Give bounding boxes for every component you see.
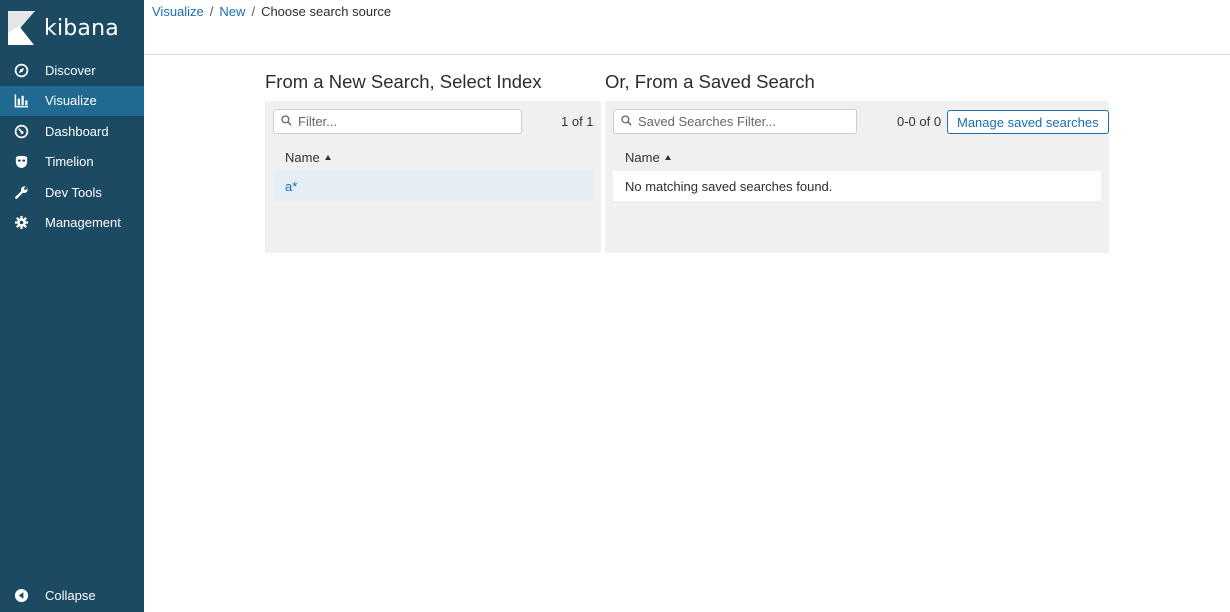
collapse-label: Collapse (45, 587, 96, 603)
sidebar-item-dev-tools[interactable]: Dev Tools (0, 177, 144, 208)
empty-results-row: No matching saved searches found. (613, 171, 1101, 201)
breadcrumb-separator: / (251, 4, 256, 19)
index-filter-input[interactable] (298, 114, 498, 129)
breadcrumb-current: Choose search source (261, 4, 392, 19)
column-label: Name (625, 150, 660, 165)
index-count: 1 of 1 (561, 114, 594, 129)
sidebar-item-label: Dashboard (45, 123, 109, 139)
saved-search-filter-input[interactable] (638, 114, 838, 129)
sidebar-item-label: Management (45, 215, 121, 231)
sidebar-item-label: Visualize (45, 93, 97, 109)
kibana-logo[interactable]: kibana (8, 11, 119, 45)
sidebar: kibana Discover Visualize Dashboard Time… (0, 0, 144, 612)
kibana-logo-icon (8, 11, 35, 45)
breadcrumb: Visualize / New / Choose search source (152, 4, 391, 19)
search-icon (281, 113, 292, 131)
sidebar-item-label: Discover (45, 62, 96, 78)
sidebar-item-dashboard[interactable]: Dashboard (0, 116, 144, 147)
collapse-arrow-icon (13, 587, 29, 603)
manage-saved-searches-button[interactable]: Manage saved searches (947, 110, 1109, 134)
sort-ascending-icon (324, 155, 331, 160)
name-column-header[interactable]: Name (285, 150, 331, 165)
sidebar-nav: Discover Visualize Dashboard Timelion De… (0, 55, 144, 238)
name-column-header[interactable]: Name (625, 150, 671, 165)
top-bar: Visualize / New / Choose search source (144, 0, 1230, 55)
saved-search-count: 0-0 of 0 (897, 114, 942, 129)
sidebar-item-label: Timelion (45, 154, 94, 170)
empty-message: No matching saved searches found. (625, 178, 833, 194)
saved-search-panel: 0-0 of 0 Manage saved searches Name No m… (605, 101, 1109, 253)
breadcrumb-new[interactable]: New (219, 4, 245, 19)
breadcrumb-visualize[interactable]: Visualize (152, 4, 204, 19)
column-label: Name (285, 150, 320, 165)
dashboard-gauge-icon (13, 123, 29, 139)
index-pattern-link[interactable]: a* (285, 179, 297, 194)
compass-icon (13, 62, 29, 78)
index-pattern-row[interactable]: a* (273, 171, 593, 201)
search-icon (621, 113, 632, 131)
sidebar-item-visualize[interactable]: Visualize (0, 85, 144, 116)
saved-search-title: Or, From a Saved Search (605, 71, 815, 92)
sidebar-item-discover[interactable]: Discover (0, 55, 144, 86)
bar-chart-icon (13, 93, 29, 109)
gear-icon (13, 215, 29, 231)
index-filter-box[interactable] (273, 109, 522, 134)
breadcrumb-separator: / (209, 4, 214, 19)
sort-ascending-icon (664, 155, 671, 160)
collapse-button[interactable]: Collapse (0, 580, 144, 610)
new-search-panel: 1 of 1 Name a* (265, 101, 601, 253)
brand-name: kibana (44, 15, 119, 41)
sidebar-item-timelion[interactable]: Timelion (0, 147, 144, 178)
saved-search-filter-box[interactable] (613, 109, 857, 134)
sidebar-item-management[interactable]: Management (0, 208, 144, 239)
wrench-icon (13, 184, 29, 200)
sidebar-item-label: Dev Tools (45, 184, 102, 200)
new-search-title: From a New Search, Select Index (265, 71, 542, 92)
timelion-mask-icon (13, 154, 29, 170)
